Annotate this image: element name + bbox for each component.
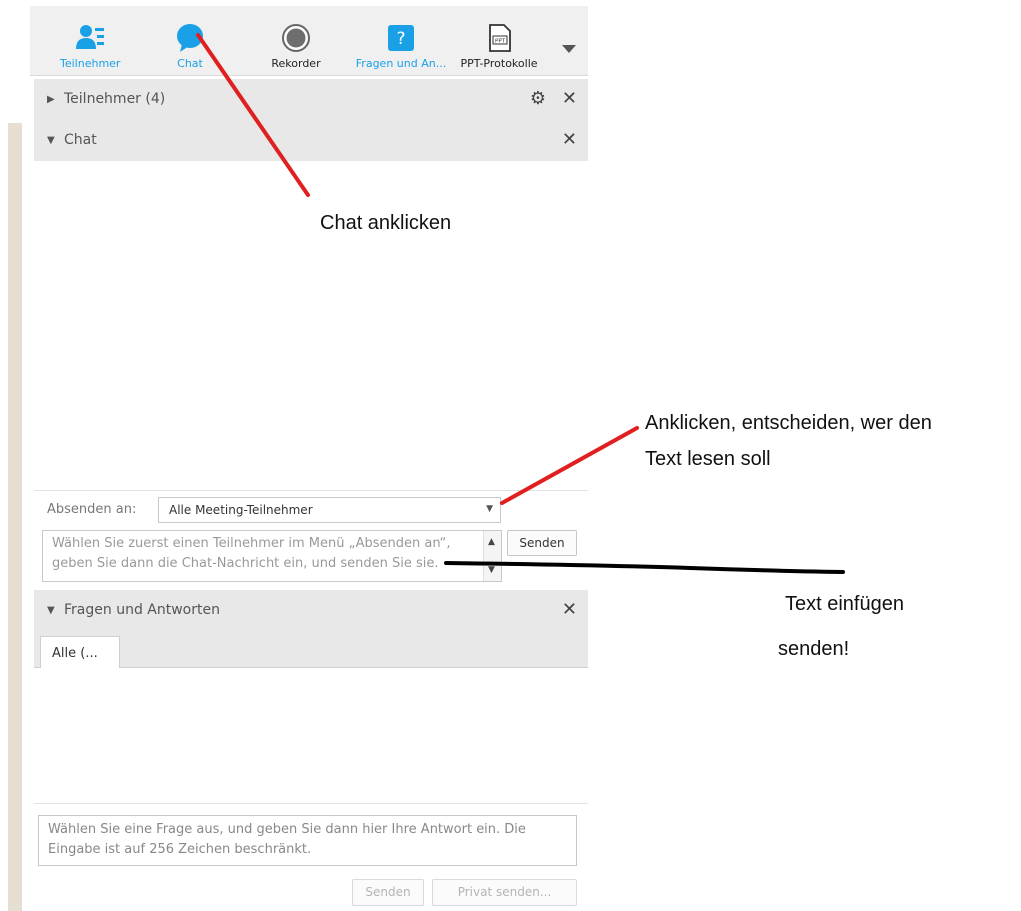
- participants-section-header[interactable]: ▶ Teilnehmer (4) ⚙ ✕: [34, 79, 588, 121]
- toolbar-more-button[interactable]: [561, 40, 577, 53]
- scroll-down-icon[interactable]: ▼: [488, 560, 495, 580]
- toolbar-ppt-label: PPT-Protokolle: [460, 57, 538, 70]
- ppt-file-icon: PPT: [489, 24, 511, 52]
- qa-list-area: [34, 668, 588, 803]
- left-border-strip: [8, 123, 22, 911]
- toolbar-chat-button[interactable]: Chat: [160, 6, 220, 76]
- chat-message-placeholder: Wählen Sie zuerst einen Teilnehmer im Me…: [52, 536, 451, 571]
- chat-section-title: Chat: [64, 132, 97, 148]
- qa-answer-input[interactable]: Wählen Sie eine Frage aus, und geben Sie…: [38, 815, 577, 866]
- close-icon[interactable]: ✕: [562, 88, 577, 109]
- question-icon: ?: [388, 25, 414, 51]
- toolbar-participants-button[interactable]: Teilnehmer: [60, 6, 120, 76]
- send-to-label: Absenden an:: [47, 502, 137, 517]
- recipient-select-value: Alle Meeting-Teilnehmer: [169, 503, 313, 517]
- qa-private-send-button[interactable]: Privat senden...: [432, 879, 577, 906]
- message-scrollbar[interactable]: ▲ ▼: [483, 531, 501, 581]
- qa-tab-strip: Alle (...: [34, 632, 588, 669]
- participants-icon: [76, 25, 104, 49]
- chat-section-header[interactable]: ▼ Chat ✕: [34, 120, 588, 162]
- record-icon: [282, 24, 310, 52]
- toolbar-recorder-button[interactable]: Rekorder: [262, 6, 330, 76]
- annotation-insert-text: Text einfügen: [785, 593, 904, 615]
- svg-text:PPT: PPT: [495, 39, 506, 45]
- toolbar-participants-label: Teilnehmer: [60, 57, 121, 70]
- dropdown-triangle-icon: [562, 45, 576, 53]
- chat-bubble-icon: [177, 24, 203, 52]
- annotation-send: senden!: [778, 638, 850, 660]
- close-icon[interactable]: ✕: [562, 129, 577, 150]
- gear-icon[interactable]: ⚙: [530, 88, 546, 109]
- svg-text:?: ?: [396, 29, 405, 49]
- qa-section-title: Fragen und Antworten: [64, 602, 220, 618]
- tab-all[interactable]: Alle (...: [40, 636, 120, 669]
- participants-section-title: Teilnehmer (4): [64, 91, 166, 107]
- collapse-arrow-icon: ▼: [47, 605, 55, 616]
- chat-message-input[interactable]: Wählen Sie zuerst einen Teilnehmer im Me…: [42, 530, 502, 582]
- divider: [34, 490, 588, 491]
- chevron-down-icon: ▼: [486, 504, 493, 514]
- expand-arrow-icon: ▶: [47, 94, 55, 105]
- scroll-up-icon[interactable]: ▲: [488, 532, 495, 552]
- collapse-arrow-icon: ▼: [47, 135, 55, 146]
- qa-answer-placeholder: Wählen Sie eine Frage aus, und geben Sie…: [48, 822, 526, 857]
- annotation-chat-click: Chat anklicken: [320, 212, 452, 234]
- annotation-recipient-line1: Anklicken, entscheiden, wer den: [645, 412, 932, 434]
- toolbar-qa-label: Fragen und An...: [355, 57, 447, 70]
- recipient-select[interactable]: Alle Meeting-Teilnehmer ▼: [158, 497, 501, 523]
- qa-section-header[interactable]: ▼ Fragen und Antworten ✕: [34, 590, 588, 632]
- toolbar-qa-button[interactable]: ? Fragen und An...: [348, 6, 454, 76]
- chat-send-button[interactable]: Senden: [507, 530, 577, 556]
- annotation-recipient-line2: Text lesen soll: [645, 448, 771, 470]
- close-icon[interactable]: ✕: [562, 599, 577, 620]
- toolbar-chat-label: Chat: [177, 57, 203, 70]
- divider: [34, 803, 588, 804]
- qa-send-button[interactable]: Senden: [352, 879, 424, 906]
- toolbar-recorder-label: Rekorder: [271, 57, 321, 70]
- toolbar: Teilnehmer Chat Rekorder ? Fragen und An…: [30, 6, 588, 76]
- toolbar-ppt-button[interactable]: PPT PPT-Protokolle: [455, 6, 543, 76]
- annotation-line-text: [444, 561, 845, 574]
- chat-messages-area: [34, 161, 588, 491]
